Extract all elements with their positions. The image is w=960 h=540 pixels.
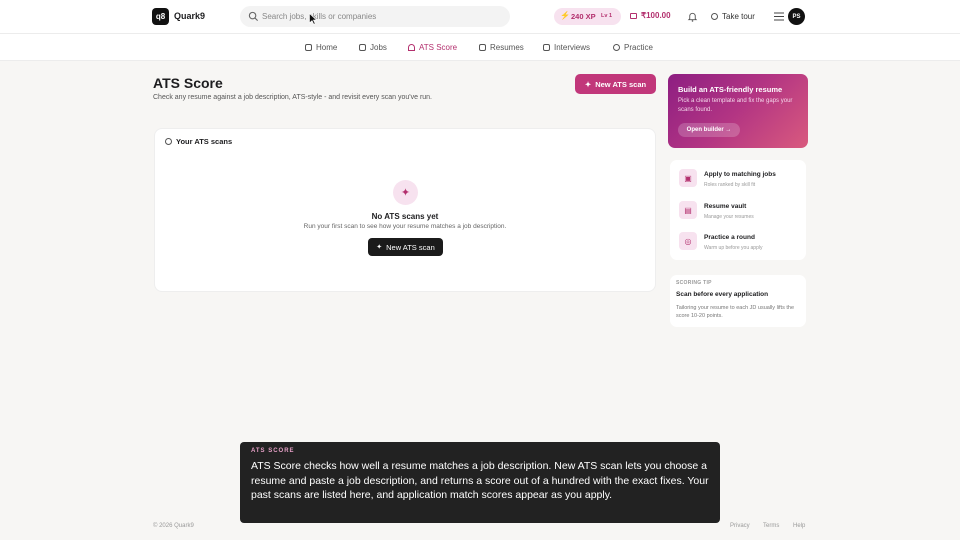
open-builder-button[interactable]: Open builder → — [678, 123, 740, 137]
take-tour-button[interactable]: Take tour — [711, 12, 755, 21]
take-tour-label: Take tour — [722, 12, 755, 21]
clock-icon — [165, 138, 172, 145]
card-heading: Your ATS scans — [165, 137, 232, 146]
quick-link-apply-jobs[interactable]: ▣ Apply to matching jobs Roles ranked by… — [670, 166, 806, 194]
sparkle-icon: ✦ — [584, 79, 592, 89]
file-icon — [479, 44, 486, 51]
main-nav: Home Jobs ATS Score Resumes Interviews P… — [0, 34, 960, 61]
quick-link-practice-round[interactable]: ◎ Practice a round Warm up before you ap… — [670, 229, 806, 257]
avatar[interactable]: PS — [788, 8, 805, 25]
gauge-icon — [408, 44, 415, 51]
page-subtitle: Check any resume against a job descripti… — [153, 94, 433, 101]
empty-state-description: Run your first scan to see how your resu… — [303, 223, 507, 230]
new-ats-scan-button[interactable]: ✦ New ATS scan — [575, 74, 656, 94]
nav-practice[interactable]: Practice — [613, 43, 653, 52]
empty-state-title: No ATS scans yet — [371, 212, 439, 221]
logo-mark[interactable]: q8 — [152, 8, 169, 25]
quick-link-resume-vault[interactable]: ▤ Resume vault Manage your resumes — [670, 198, 806, 226]
xp-badge[interactable]: ⚡ 240 XP Lv 1 — [554, 8, 621, 25]
ats-scans-card: Your ATS scans ✦ No ATS scans yet Run yo… — [154, 128, 656, 292]
tip-description: Tailoring your resume to each JD usually… — [676, 305, 794, 319]
footer-privacy-link[interactable]: Privacy — [730, 523, 750, 529]
nav-ats-score[interactable]: ATS Score — [408, 43, 457, 52]
wallet-amount: ₹100.00 — [641, 11, 671, 20]
nav-interviews[interactable]: Interviews — [543, 43, 590, 52]
wallet-balance[interactable]: ₹100.00 — [630, 11, 671, 20]
nav-resumes[interactable]: Resumes — [479, 43, 524, 52]
footer-terms-link[interactable]: Terms — [763, 523, 779, 529]
copyright: © 2026 Quark9 — [153, 523, 194, 529]
tooltip-body: ATS Score checks how well a resume match… — [251, 460, 709, 501]
quick-links: ▣ Apply to matching jobs Roles ranked by… — [670, 160, 806, 260]
document-icon — [359, 44, 366, 51]
home-icon — [305, 44, 312, 51]
mouse-cursor-icon — [309, 13, 317, 25]
promo-description: Pick a clean template and fix the gaps y… — [678, 98, 793, 113]
file-icon: ▤ — [679, 201, 697, 219]
tip-label: SCORING TIP — [676, 280, 712, 286]
briefcase-icon: ▣ — [679, 169, 697, 187]
sparkle-icon: ✦ — [393, 180, 418, 205]
page-title: ATS Score — [153, 75, 223, 91]
tip-title: Scan before every application — [676, 291, 769, 298]
compass-icon — [711, 13, 718, 20]
target-icon: ◎ — [679, 232, 697, 250]
bolt-icon: ⚡ — [560, 11, 570, 20]
xp-value: 240 XP — [571, 12, 596, 21]
level-value: Lv 1 — [601, 13, 613, 19]
scoring-tip-card: SCORING TIP Scan before every applicatio… — [670, 275, 806, 327]
bell-icon[interactable] — [687, 11, 698, 22]
top-header: q8 Quark9 Search jobs, skills or compani… — [0, 0, 960, 34]
nav-home[interactable]: Home — [305, 43, 337, 52]
search-input[interactable]: Search jobs, skills or companies — [262, 12, 376, 21]
brand-name[interactable]: Quark9 — [174, 11, 205, 21]
search-bar[interactable]: Search jobs, skills or companies — [240, 6, 510, 27]
search-icon — [248, 11, 259, 22]
promo-title: Build an ATS-friendly resume — [678, 85, 783, 94]
nav-jobs[interactable]: Jobs — [359, 43, 387, 52]
new-ats-scan-card-button[interactable]: ✦ New ATS scan — [368, 238, 443, 256]
wallet-icon — [630, 13, 637, 19]
target-icon — [613, 44, 620, 51]
menu-icon[interactable] — [774, 12, 784, 21]
tooltip-label: ATS SCORE — [251, 448, 295, 454]
footer-help-link[interactable]: Help — [793, 523, 805, 529]
resume-builder-promo: Build an ATS-friendly resume Pick a clea… — [668, 74, 808, 148]
feature-tooltip: ATS SCORE ATS Score checks how well a re… — [240, 442, 720, 523]
sparkle-icon: ✦ — [376, 244, 383, 251]
video-icon — [543, 44, 550, 51]
